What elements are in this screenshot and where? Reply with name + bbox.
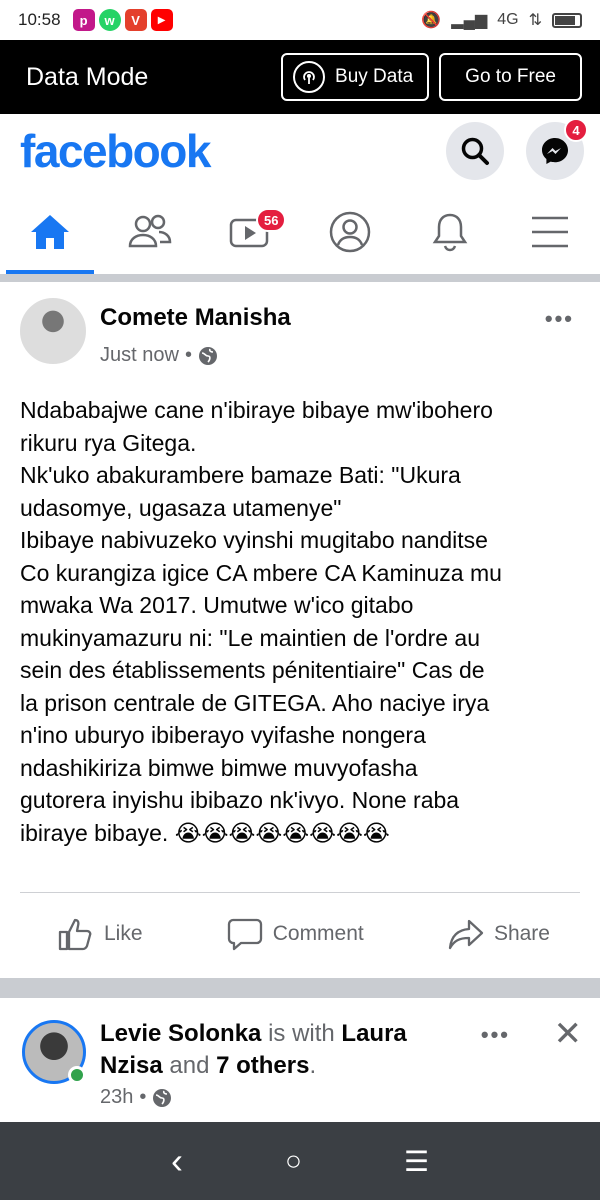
close-button[interactable]: ✕ <box>554 1014 583 1054</box>
data-arrows-icon: ⇅ <box>528 12 542 29</box>
app-header: facebook 4 <box>0 114 600 188</box>
messenger-badge: 4 <box>564 118 588 142</box>
status-bar: 10:58 p w V ▶ 🔕 ▂▄▆ 4G ⇅ <box>0 0 600 40</box>
share-button[interactable]: Share <box>448 906 550 962</box>
status-indicators: 🔕 ▂▄▆ 4G ⇅ <box>421 10 582 30</box>
globe-icon <box>153 1088 172 1107</box>
share-icon <box>448 919 484 950</box>
youtube-icon: ▶ <box>150 9 173 31</box>
data-mode-buttons: Buy Data Go to Free <box>281 53 582 101</box>
video-badge: 56 <box>256 208 287 232</box>
bell-icon <box>432 213 468 252</box>
home-button[interactable]: ○ <box>285 1145 302 1177</box>
signal-icon: ▂▄▆ <box>451 12 488 29</box>
tab-notifications[interactable] <box>400 190 500 274</box>
broadcast-icon <box>293 61 326 93</box>
notification-v-icon: V <box>124 9 147 31</box>
comment-button[interactable]: Comment <box>227 906 364 962</box>
facebook-logo[interactable]: facebook <box>20 124 211 178</box>
post-actions: Like Comment Share <box>0 906 600 962</box>
android-nav-bar: ‹ ○ ☰ <box>0 1122 600 1200</box>
menu-icon <box>532 216 568 248</box>
battery-icon <box>552 12 582 28</box>
tab-menu[interactable] <box>500 190 600 274</box>
network-type: 4G <box>497 11 519 28</box>
more-options-button[interactable]: ••• <box>545 306 574 332</box>
menu-button[interactable]: ☰ <box>404 1145 429 1178</box>
post-author[interactable]: Levie Solonka <box>100 1020 261 1047</box>
post-divider <box>20 892 580 893</box>
like-label: Like <box>104 922 143 945</box>
go-to-free-label: Go to Free <box>465 66 556 87</box>
and-text: and <box>169 1052 210 1079</box>
comment-label: Comment <box>272 922 364 945</box>
post-time[interactable]: Just now <box>100 344 179 367</box>
tab-watch[interactable]: 56 <box>200 190 300 274</box>
tab-profile[interactable] <box>300 190 400 274</box>
post-header: Comete Manisha Just now • ••• <box>20 298 580 378</box>
go-to-free-button[interactable]: Go to Free <box>439 53 582 101</box>
nav-tabs: 56 <box>0 190 600 274</box>
search-button[interactable] <box>446 122 504 180</box>
home-icon <box>31 215 69 249</box>
buy-data-label: Buy Data <box>335 66 414 87</box>
messenger-button[interactable]: 4 <box>526 118 588 180</box>
search-icon <box>461 137 489 165</box>
friends-icon <box>128 214 172 248</box>
comment-icon <box>227 918 262 951</box>
post-text: Ndababajwe cane n'ibiraye bibaye mw'iboh… <box>20 397 502 846</box>
feed-separator <box>0 274 600 282</box>
tab-home[interactable] <box>0 190 100 274</box>
status-time: 10:58 <box>18 10 61 29</box>
title-period: . <box>309 1052 317 1079</box>
whatsapp-icon: w <box>98 9 121 31</box>
feed-post: Levie Solonka is with Laura Nzisa and 7 … <box>0 998 600 1122</box>
feed-separator <box>0 978 600 998</box>
data-mode-bar: Data Mode Buy Data Go to Free <box>0 40 600 114</box>
post-meta: 23h • <box>100 1086 172 1109</box>
messenger-icon <box>542 138 568 164</box>
like-button[interactable]: Like <box>58 906 143 962</box>
meta-separator: • <box>184 344 192 366</box>
data-mode-title: Data Mode <box>26 62 149 91</box>
more-options-button[interactable]: ••• <box>481 1022 510 1048</box>
globe-icon <box>198 346 217 365</box>
post-author[interactable]: Comete Manisha <box>100 304 291 332</box>
others-link[interactable]: 7 others <box>216 1052 309 1079</box>
tab-friends[interactable] <box>100 190 200 274</box>
post-time[interactable]: 23h <box>100 1086 133 1109</box>
mute-icon: 🔕 <box>421 12 442 29</box>
notification-app-icon: p <box>72 9 95 31</box>
share-label: Share <box>493 922 550 945</box>
feed-post: Comete Manisha Just now • ••• Ndababajwe… <box>0 282 600 978</box>
with-text: is with <box>268 1020 335 1047</box>
meta-separator: • <box>139 1086 147 1108</box>
post-title: Levie Solonka is with Laura Nzisa and 7 … <box>100 1018 450 1082</box>
thumbs-up-icon <box>58 918 92 951</box>
profile-icon <box>329 211 371 253</box>
online-status-indicator <box>68 1066 86 1084</box>
buy-data-button[interactable]: Buy Data <box>281 53 430 101</box>
back-button[interactable]: ‹ <box>171 1140 183 1182</box>
post-meta: Just now • <box>100 344 218 367</box>
header-actions: 4 <box>446 118 588 180</box>
avatar[interactable] <box>20 298 86 364</box>
